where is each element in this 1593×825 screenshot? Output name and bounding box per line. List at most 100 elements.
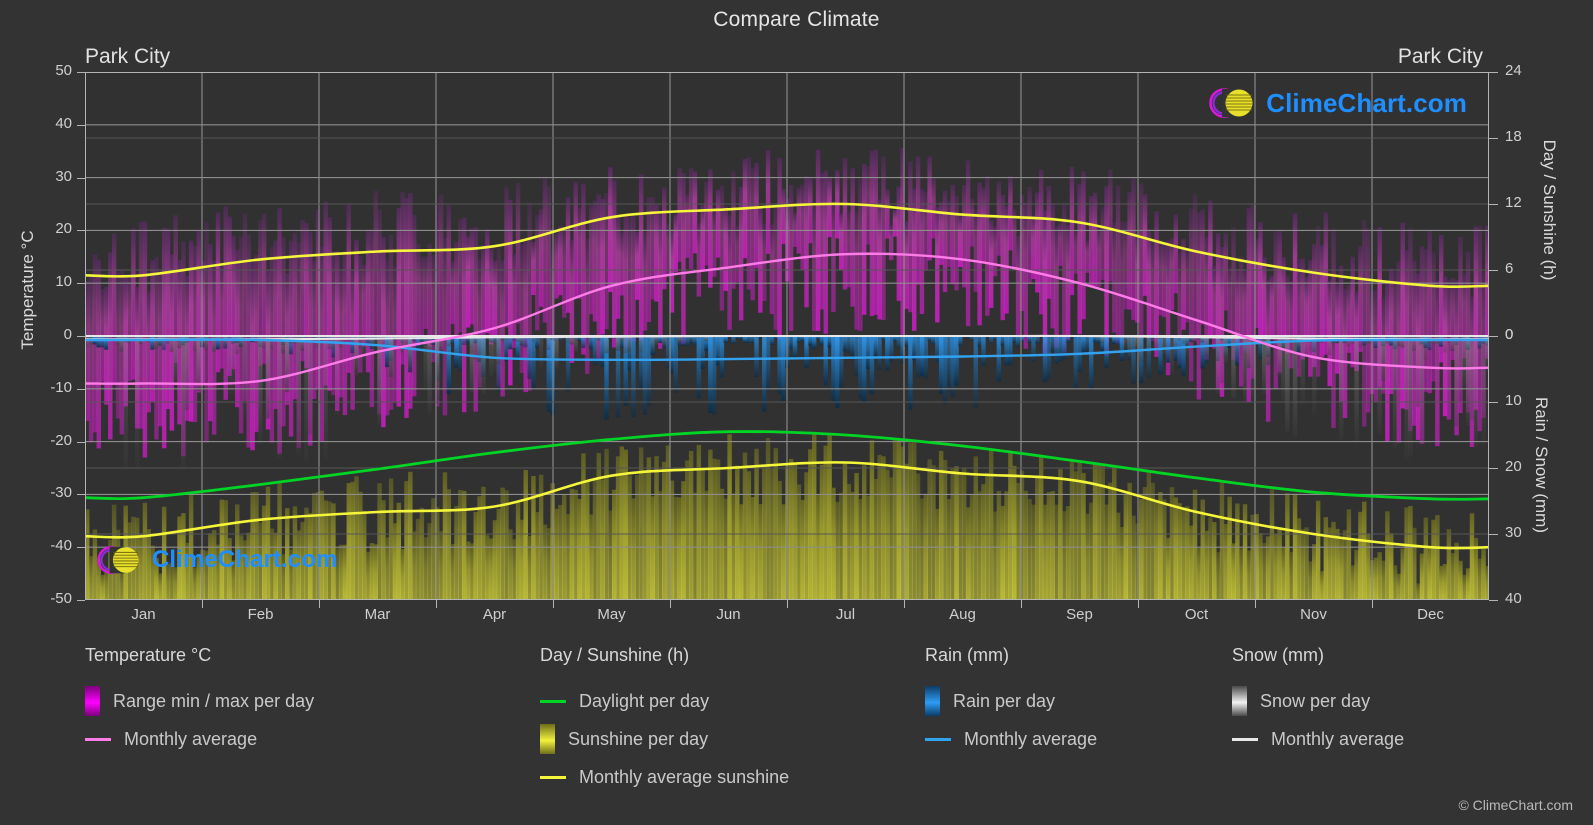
daily-temp-range-bar <box>1135 233 1140 323</box>
daily-sunshine-bar <box>1396 573 1402 600</box>
daily-sunshine-bar <box>1042 504 1048 600</box>
daily-snow-bar <box>377 336 382 425</box>
daily-rain-bar <box>731 336 736 344</box>
daily-sunshine-bar <box>1285 493 1290 600</box>
daily-rain-bar <box>885 336 890 371</box>
daily-rain-bar <box>646 336 652 406</box>
daily-rain-bar <box>796 336 802 343</box>
daily-sunshine-bar <box>158 573 163 600</box>
daily-sunshine-bar <box>1354 549 1359 600</box>
legend-item[interactable]: Daylight per day <box>540 682 789 720</box>
legend-item-label: Snow per day <box>1260 690 1371 711</box>
daily-rain-bar <box>973 336 979 409</box>
daily-rain-bar <box>877 336 882 370</box>
daily-sunshine-bar <box>938 450 944 600</box>
daily-temp-range-bar <box>738 187 744 321</box>
daily-sunshine-bar <box>1335 528 1340 600</box>
x-tick-jan: Jan <box>131 606 156 623</box>
daily-temp-range-bar <box>427 243 432 347</box>
daily-sunshine-bar <box>123 505 128 600</box>
legend-item[interactable]: Monthly average <box>85 720 314 758</box>
daily-temp-range-bar <box>250 262 255 451</box>
daily-temp-range-bar <box>700 205 705 272</box>
legend-item-label: Monthly average <box>124 728 258 749</box>
daily-sunshine-bar <box>1262 543 1267 600</box>
daily-temp-range-bar <box>150 260 155 402</box>
daily-sunshine-bar <box>192 567 198 600</box>
daily-temp-range-bar <box>765 150 771 254</box>
daily-temp-range-bar <box>1054 226 1059 349</box>
daily-sunshine-bar <box>585 481 590 600</box>
daily-temp-range-bar <box>1042 210 1048 354</box>
legend-item[interactable]: Monthly average <box>925 720 1097 758</box>
legend-heading: Temperature °C <box>85 645 212 665</box>
daily-snow-bar <box>192 336 198 352</box>
legend-item[interactable]: Rain per day <box>925 682 1097 720</box>
y-tickmark-left <box>77 336 85 337</box>
legend-item[interactable]: Snow per day <box>1232 682 1404 720</box>
daily-temp-range-bar <box>973 209 979 292</box>
daily-sunshine-bar <box>808 449 813 600</box>
daily-rain-bar <box>896 336 902 349</box>
x-tickmark <box>202 600 203 608</box>
y-tickmark-right <box>1489 72 1498 73</box>
daily-temp-range-bar <box>992 226 998 277</box>
daily-rain-bar <box>750 336 755 344</box>
daily-snow-bar <box>1473 336 1479 449</box>
daily-sunshine-bar <box>292 506 298 600</box>
legend-item[interactable]: Range min / max per day <box>85 682 314 720</box>
daily-sunshine-bar <box>461 490 467 600</box>
daily-temp-range-bar <box>1238 256 1244 387</box>
daily-temp-range-bar <box>1158 240 1163 316</box>
daily-snow-bar <box>615 336 621 351</box>
daily-sunshine-bar <box>935 508 940 600</box>
daily-sunshine-bar <box>654 456 659 600</box>
daily-snow-bar <box>211 336 217 352</box>
daily-temp-range-bar <box>158 270 163 427</box>
daily-temp-range-bar <box>569 240 575 363</box>
daily-snow-bar <box>1162 336 1167 355</box>
daily-sunshine-bar <box>108 539 113 600</box>
daily-temp-range-bar <box>927 156 932 261</box>
legend-item[interactable]: Sunshine per day <box>540 720 789 758</box>
daily-sunshine-bar <box>1227 496 1232 600</box>
legend-item-label: Daylight per day <box>579 690 710 711</box>
daily-sunshine-bar <box>1442 564 1448 600</box>
daily-snow-bar <box>492 336 498 373</box>
daily-temp-range-bar <box>1308 260 1313 377</box>
legend-item[interactable]: Monthly average <box>1232 720 1404 758</box>
daily-rain-bar <box>1058 336 1063 362</box>
daily-temp-range-bar <box>1292 213 1298 336</box>
daily-sunshine-bar <box>1358 511 1363 600</box>
daily-rain-bar <box>1012 336 1017 343</box>
daily-rain-bar <box>565 336 571 392</box>
daily-snow-bar <box>604 336 609 354</box>
daily-sunshine-bar <box>788 458 794 600</box>
daily-rain-bar <box>931 336 936 345</box>
daily-sunshine-bar <box>408 471 413 600</box>
daily-sunshine-bar <box>1127 482 1132 600</box>
daily-sunshine-bar <box>1235 503 1240 600</box>
daily-rain-bar <box>527 336 532 379</box>
daily-sunshine-bar <box>985 472 990 600</box>
daily-snow-bar <box>296 336 302 455</box>
daily-sunshine-bar <box>1046 492 1052 600</box>
daily-sunshine-bar <box>1004 491 1009 600</box>
y-tick-left: 20 <box>55 220 72 238</box>
daily-rain-bar <box>942 336 948 404</box>
daily-temp-range-bar <box>108 252 113 440</box>
daily-snow-bar <box>231 336 236 395</box>
daily-temp-range-bar <box>1058 222 1063 266</box>
daily-snow-bar <box>1358 336 1363 348</box>
y-tickmark-right <box>1489 402 1498 403</box>
daily-temp-range-bar <box>511 254 517 348</box>
y-tick-left: -20 <box>50 431 72 449</box>
daily-sunshine-bar <box>296 530 302 600</box>
daily-temp-range-bar <box>1000 194 1005 321</box>
legend-item[interactable]: Monthly average sunshine <box>540 758 789 796</box>
daily-sunshine-bar <box>273 532 278 600</box>
daily-snow-bar <box>1377 336 1382 434</box>
daily-rain-bar <box>804 336 809 368</box>
daily-sunshine-bar <box>196 555 201 600</box>
daily-sunshine-bar <box>219 499 225 600</box>
